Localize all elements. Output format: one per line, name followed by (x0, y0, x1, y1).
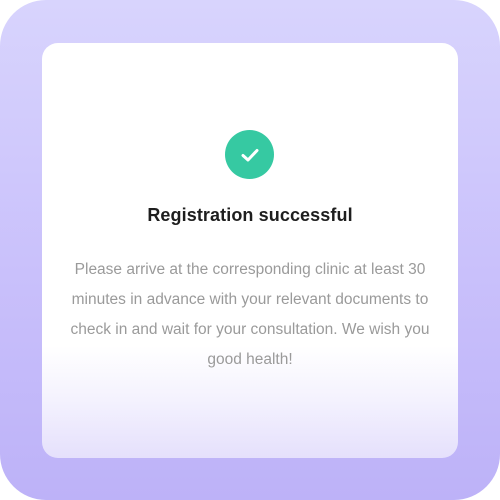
dialog-message: Please arrive at the corresponding clini… (70, 261, 430, 368)
background-frame: Registration successful Please arrive at… (0, 0, 500, 500)
success-dialog-card: Registration successful Please arrive at… (42, 43, 458, 458)
checkmark-icon (241, 148, 258, 161)
dialog-title: Registration successful (147, 205, 353, 225)
check-circle-icon (225, 130, 274, 179)
